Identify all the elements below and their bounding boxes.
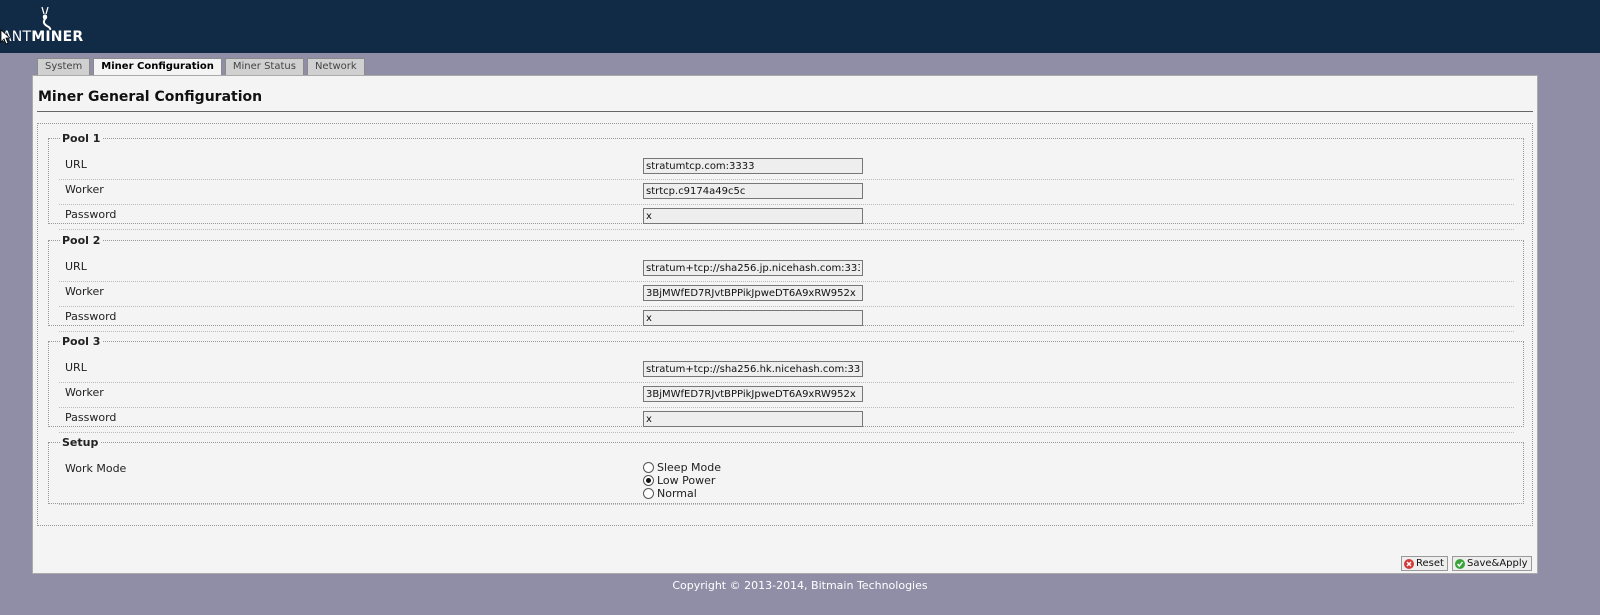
save-apply-button-label: Save&Apply [1467, 558, 1528, 569]
pool-2-url-input[interactable] [643, 260, 863, 276]
pool-2-section: Pool 2 URL Worker Password [48, 234, 1524, 332]
pool-3-password-row: Password [59, 408, 1514, 433]
pool-3-legend: Pool 3 [62, 335, 101, 348]
tab-miner-configuration[interactable]: Miner Configuration [93, 58, 222, 76]
pool-3-password-input[interactable] [643, 411, 863, 427]
work-mode-option-sleep[interactable]: Sleep Mode [643, 461, 721, 474]
radio-sleep-mode-label: Sleep Mode [657, 461, 722, 474]
setup-legend: Setup [62, 436, 99, 449]
pool-2-url-row: URL [59, 257, 1514, 282]
pool-2-password-label: Password [65, 310, 117, 323]
radio-low-power[interactable] [643, 475, 654, 486]
pool-1-worker-row: Worker [59, 180, 1514, 205]
radio-sleep-mode[interactable] [643, 462, 654, 473]
work-mode-option-normal[interactable]: Normal [643, 487, 721, 500]
pool-3-url-row: URL [59, 358, 1514, 383]
setup-section: Setup Work Mode Sleep Mode Low Power Nor… [48, 436, 1524, 505]
checkmark-icon [1455, 558, 1465, 569]
radio-low-power-label: Low Power [657, 474, 716, 487]
reset-button[interactable]: Reset [1401, 556, 1448, 571]
work-mode-label: Work Mode [65, 462, 127, 475]
top-header: ANTMINER [0, 0, 1600, 53]
radio-normal[interactable] [643, 488, 654, 499]
pool-2-worker-input[interactable] [643, 285, 863, 301]
pool-1-worker-label: Worker [65, 183, 104, 196]
ant-icon [41, 6, 52, 30]
tab-bar: System Miner Configuration Miner Status … [37, 58, 365, 76]
footer-copyright: Copyright © 2013-2014, Bitmain Technolog… [672, 579, 928, 592]
pool-3-section: Pool 3 URL Worker Password [48, 335, 1524, 433]
pool-1-section: Pool 1 URL Worker Password [48, 132, 1524, 230]
pool-2-url-label: URL [65, 260, 87, 273]
tab-network[interactable]: Network [306, 58, 365, 75]
pool-1-url-row: URL [59, 155, 1514, 180]
save-apply-button[interactable]: Save&Apply [1452, 556, 1532, 571]
pool-1-url-label: URL [65, 158, 87, 171]
config-panel: Miner General Configuration Pool 1 URL W… [32, 75, 1538, 574]
pool-3-url-input[interactable] [643, 361, 863, 377]
pool-2-worker-label: Worker [65, 285, 104, 298]
work-mode-row: Work Mode Sleep Mode Low Power Normal [59, 459, 1514, 505]
reset-icon [1404, 558, 1414, 569]
work-mode-options: Sleep Mode Low Power Normal [643, 461, 721, 500]
work-mode-option-low-power[interactable]: Low Power [643, 474, 721, 487]
pool-3-password-label: Password [65, 411, 117, 424]
pool-1-password-label: Password [65, 208, 117, 221]
brand-suffix: MINER [31, 29, 84, 45]
tab-miner-status[interactable]: Miner Status [224, 58, 304, 75]
brand-wordmark: ANTMINER [2, 30, 83, 44]
reset-button-label: Reset [1416, 558, 1444, 569]
pool-1-password-row: Password [59, 205, 1514, 230]
title-divider [37, 111, 1533, 112]
pool-1-password-input[interactable] [643, 208, 863, 224]
antminer-logo: ANTMINER [0, 6, 90, 46]
pool-3-worker-row: Worker [59, 383, 1514, 408]
radio-normal-label: Normal [657, 487, 697, 500]
pool-2-password-row: Password [59, 307, 1514, 332]
pool-2-legend: Pool 2 [62, 234, 101, 247]
pool-3-worker-input[interactable] [643, 386, 863, 402]
config-form: Pool 1 URL Worker Password Pool 2 URL W [37, 123, 1533, 526]
pool-1-url-input[interactable] [643, 158, 863, 174]
mouse-cursor-icon [0, 29, 10, 45]
pool-3-worker-label: Worker [65, 386, 104, 399]
tab-system[interactable]: System [37, 58, 91, 75]
pool-2-password-input[interactable] [643, 310, 863, 326]
page-title: Miner General Configuration [38, 89, 263, 105]
pool-1-worker-input[interactable] [643, 183, 863, 199]
pool-3-url-label: URL [65, 361, 87, 374]
pool-2-worker-row: Worker [59, 282, 1514, 307]
pool-1-legend: Pool 1 [62, 132, 101, 145]
